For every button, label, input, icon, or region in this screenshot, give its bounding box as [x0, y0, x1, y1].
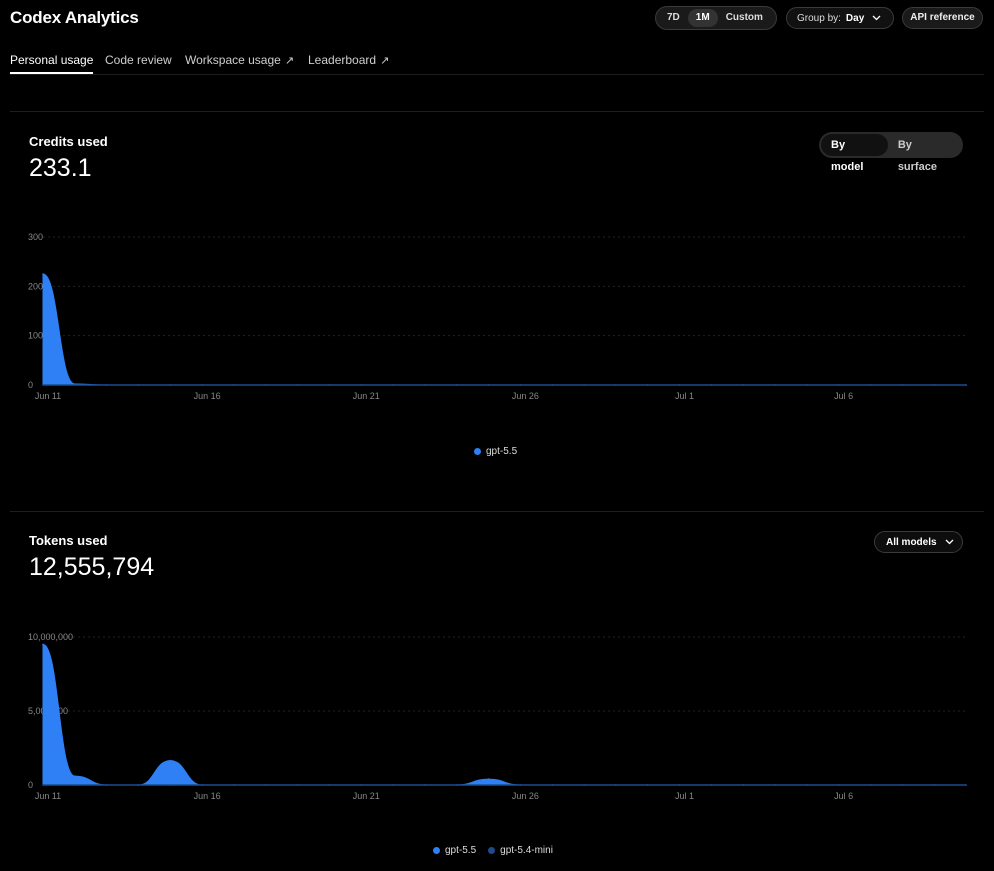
- tab-personal-usage[interactable]: Personal usage: [10, 53, 94, 74]
- models-filter-label: All models: [886, 536, 937, 548]
- tab-bar: Personal usage Code review Workspace usa…: [10, 44, 984, 75]
- x-tick-label: Jul 1: [675, 791, 694, 801]
- y-tick-label: 0: [28, 380, 33, 390]
- data-point: [42, 643, 44, 646]
- breakdown-toggle: By model By surface: [819, 132, 963, 173]
- models-filter-dropdown[interactable]: All models: [874, 531, 963, 553]
- y-tick-label: 300: [28, 232, 43, 242]
- credits-chart: 0 100 200 300 Jun 11 Jun 16 Jun 21 Jun 26 Jul 1 J…: [28, 232, 967, 401]
- legend-item: gpt-5.5: [474, 446, 517, 457]
- x-tick-label: Jun 26: [512, 791, 539, 801]
- x-tick-label: Jul 6: [834, 391, 853, 401]
- external-link-icon: ↗: [380, 55, 390, 67]
- tab-label: Leaderboard: [308, 53, 377, 67]
- date-range-selector: 7D 1M Custom: [655, 6, 777, 30]
- range-1m-button[interactable]: 1M: [687, 9, 718, 27]
- legend-dot: [433, 847, 440, 854]
- by-surface-button[interactable]: By surface: [888, 134, 961, 173]
- legend-item: gpt-5.4-mini: [488, 845, 553, 856]
- section-divider: [10, 511, 984, 512]
- x-tick-label: Jun 11: [35, 791, 61, 801]
- range-7d-button[interactable]: 7D: [659, 9, 688, 27]
- data-point: [169, 759, 172, 762]
- series-area-gpt-5.5: [42, 273, 966, 386]
- credits-legend: gpt-5.5: [474, 446, 529, 457]
- legend-item: gpt-5.5: [433, 845, 476, 856]
- credits-title: Credits used: [29, 134, 108, 149]
- tab-code-review[interactable]: Code review: [105, 53, 172, 67]
- tokens-title: Tokens used: [29, 533, 108, 548]
- x-tick-label: Jun 26: [512, 391, 539, 401]
- y-tick-label: 10,000,000: [28, 632, 73, 642]
- x-tick-label: Jun 16: [194, 391, 221, 401]
- x-tick-label: Jul 6: [834, 791, 853, 801]
- data-point: [487, 778, 490, 780]
- chevron-down-icon: [945, 537, 954, 548]
- legend-dot: [474, 448, 481, 455]
- header: Codex Analytics 7D 1M Custom Group by: D…: [0, 0, 994, 40]
- tokens-legend: gpt-5.5 gpt-5.4-mini: [433, 845, 565, 856]
- tokens-chart: 05,000,00010,000,000Jun 11Jun 16Jun 21Ju…: [28, 632, 967, 801]
- by-model-button[interactable]: By model: [821, 134, 888, 173]
- tokens-value: 12,555,794: [29, 553, 155, 581]
- app-title: Codex Analytics: [10, 8, 139, 27]
- chevron-down-icon: [872, 13, 881, 24]
- group-by-value: Day: [845, 12, 865, 24]
- api-reference-button[interactable]: API reference: [902, 7, 983, 29]
- tab-label: Code review: [105, 53, 172, 67]
- x-tick-label: Jun 21: [353, 791, 380, 801]
- x-tick-label: Jun 11: [35, 391, 61, 401]
- legend-label: gpt-5.5: [445, 845, 477, 856]
- legend-dot: [488, 847, 496, 854]
- y-tick-label: 200: [28, 281, 43, 291]
- x-tick-label: Jul 1: [675, 391, 694, 401]
- legend-label: gpt-5.4-mini: [500, 845, 553, 856]
- y-tick-label: 100: [28, 331, 43, 341]
- tab-label: Workspace usage: [185, 53, 281, 67]
- tab-workspace-usage[interactable]: Workspace usage ↗: [185, 53, 294, 67]
- data-point: [42, 273, 44, 275]
- tab-leaderboard[interactable]: Leaderboard ↗: [308, 53, 389, 67]
- external-link-icon: ↗: [284, 55, 295, 67]
- range-custom-button[interactable]: Custom: [718, 9, 771, 27]
- group-by-dropdown[interactable]: Group by: Day: [786, 7, 894, 29]
- series-area-gpt-5.5: [42, 643, 966, 786]
- y-tick-label: 0: [28, 780, 33, 790]
- credits-value: 233.1: [29, 154, 92, 182]
- section-divider: [10, 111, 984, 112]
- group-by-label: Group by:: [797, 12, 841, 24]
- legend-label: gpt-5.5: [486, 446, 518, 457]
- x-tick-label: Jun 16: [194, 791, 221, 801]
- x-tick-label: Jun 21: [353, 391, 380, 401]
- tab-label: Personal usage: [10, 53, 94, 67]
- data-point: [74, 775, 76, 777]
